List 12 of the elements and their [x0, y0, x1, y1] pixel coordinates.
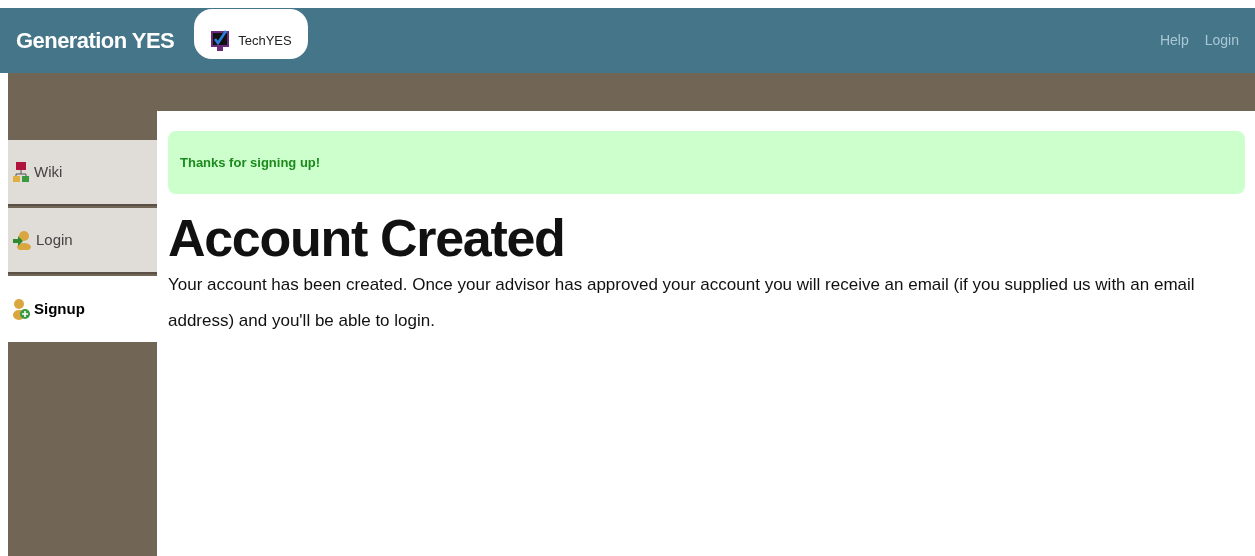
success-notice: Thanks for signing up! [168, 131, 1245, 194]
sidebar-item[interactable]: Login [8, 208, 157, 274]
user-arrow-icon [12, 230, 32, 250]
sidebar-item[interactable]: Wiki [8, 140, 157, 206]
sitemap-icon [12, 161, 30, 183]
user-add-icon [12, 298, 30, 320]
app-tab[interactable]: TechYES [194, 8, 308, 59]
page-heading: Account Created [168, 208, 566, 269]
message-text: Your account has been created. Once your advisor has approved your account you will receive an email (if you supplied us with an email address) and you'll be able to login. [168, 274, 1196, 332]
brand-title: Generation YES [16, 27, 175, 55]
monitor-check-icon [210, 29, 231, 52]
sidebar-item[interactable]: Signup [8, 276, 157, 342]
